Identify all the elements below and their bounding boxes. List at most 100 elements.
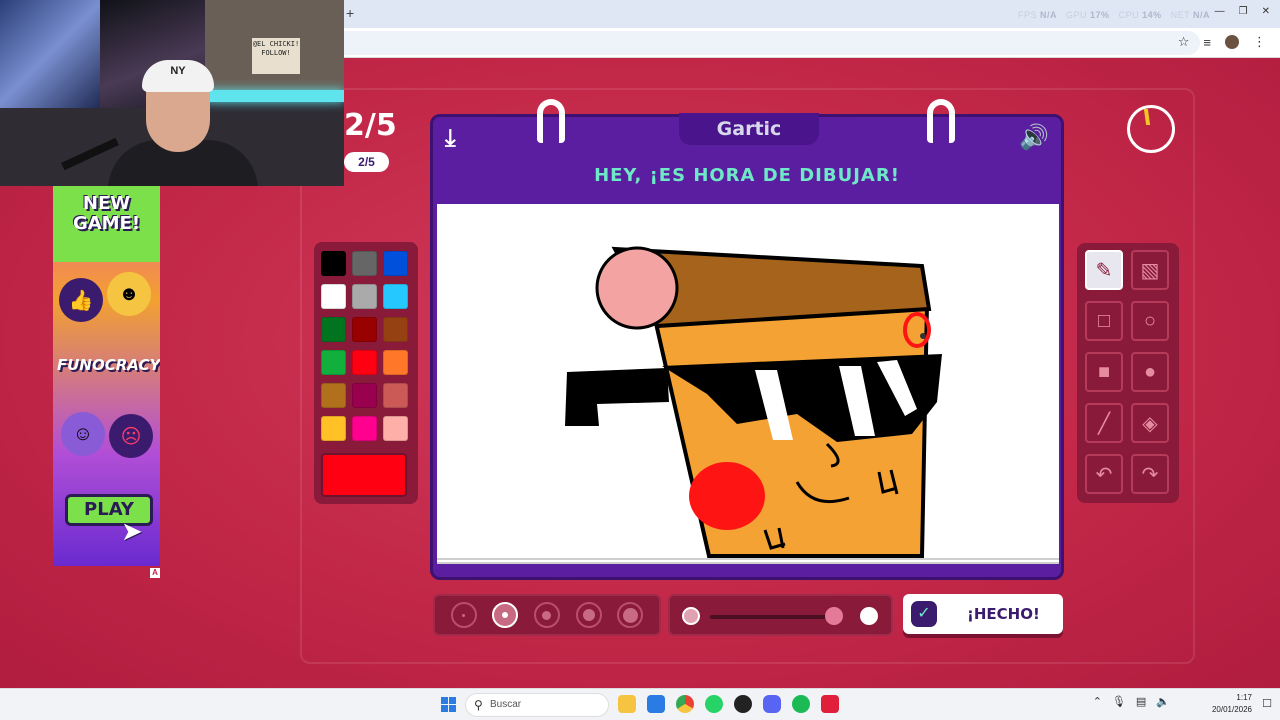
tool-rectangle[interactable]: □: [1085, 301, 1123, 341]
timer-icon: [1127, 105, 1175, 153]
metric-fps-label: FPS: [1017, 10, 1037, 20]
color-swatch[interactable]: [321, 350, 346, 375]
color-swatch[interactable]: [321, 284, 346, 309]
brush-size-option[interactable]: [533, 602, 560, 628]
brush-size-option[interactable]: [617, 602, 644, 628]
app-red-icon[interactable]: [821, 695, 839, 713]
poster-left: [0, 0, 100, 108]
color-swatch[interactable]: [352, 251, 377, 276]
whatsapp-icon[interactable]: [705, 695, 723, 713]
color-palette: [314, 242, 418, 504]
redo-icon: ↷: [1141, 463, 1159, 486]
color-swatch[interactable]: [321, 416, 346, 441]
color-swatch[interactable]: [352, 317, 377, 342]
reading-list-icon[interactable]: ≡: [1203, 35, 1211, 50]
binder-ring-left: [537, 99, 565, 143]
pizza-drawing: [565, 246, 942, 558]
download-icon[interactable]: ⤓: [445, 125, 456, 153]
square-filled-icon: ■: [1097, 360, 1111, 383]
color-swatch[interactable]: [352, 383, 377, 408]
spotify-icon[interactable]: [792, 695, 810, 713]
speaker-icon[interactable]: 🔊: [1019, 123, 1049, 152]
minimize-icon[interactable]: —: [1215, 6, 1225, 17]
windows-start-icon[interactable]: [441, 697, 456, 712]
drawing-canvas[interactable]: [437, 204, 1059, 564]
color-swatch[interactable]: [352, 284, 377, 309]
cursor-icon: ➤: [121, 516, 143, 546]
new-tab-button[interactable]: +: [346, 5, 354, 21]
network-icon[interactable]: ▤: [1136, 695, 1146, 708]
color-swatch[interactable]: [352, 416, 377, 441]
circle-filled-icon: ●: [1143, 360, 1157, 383]
done-label: ¡HECHO!: [967, 605, 1040, 623]
square-outline-icon: □: [1097, 309, 1111, 332]
check-icon: ✓: [911, 601, 937, 627]
restore-icon[interactable]: ❐: [1239, 6, 1248, 17]
microphone-arm: [61, 137, 119, 171]
ad-banner[interactable]: NEW GAME! 👍 ☻ FUNOCRACY ☺ ☹ PLAY ➤: [53, 186, 160, 566]
menu-icon[interactable]: ⋮: [1253, 34, 1266, 50]
tool-line[interactable]: ╱: [1085, 403, 1123, 443]
store-icon[interactable]: [647, 695, 665, 713]
color-swatch[interactable]: [352, 350, 377, 375]
color-swatch[interactable]: [321, 251, 346, 276]
obs-icon[interactable]: [734, 695, 752, 713]
opacity-high-icon: [860, 607, 878, 625]
taskbar-clock[interactable]: 1:17 20/01/2026: [1212, 692, 1252, 716]
color-swatch[interactable]: [383, 317, 408, 342]
chevron-up-icon[interactable]: ⌃: [1093, 695, 1102, 708]
brush-size-option[interactable]: [450, 602, 477, 628]
opacity-slider[interactable]: [668, 594, 893, 636]
circle-outline-icon: ○: [1143, 309, 1157, 332]
webcam-overlay: @EL CHICKI! FOLLOW! NY: [0, 0, 344, 186]
binder-ring-right: [927, 99, 955, 143]
wall-note: @EL CHICKI! FOLLOW!: [252, 38, 300, 74]
brush-size-option[interactable]: [575, 602, 602, 628]
round-counter: 2/5: [344, 108, 397, 143]
metric-fps-value: N/A: [1040, 10, 1057, 20]
tool-fill[interactable]: ◈: [1131, 403, 1169, 443]
color-swatch[interactable]: [383, 251, 408, 276]
profile-avatar[interactable]: [1225, 35, 1239, 49]
close-icon[interactable]: ✕: [1262, 6, 1270, 17]
file-explorer-icon[interactable]: [618, 695, 636, 713]
tool-filled-ellipse[interactable]: ●: [1131, 352, 1169, 392]
star-icon[interactable]: ☆: [1178, 34, 1190, 50]
tool-eraser[interactable]: ▧: [1131, 250, 1169, 290]
opacity-knob[interactable]: [824, 607, 843, 625]
ad-badge[interactable]: A: [150, 568, 160, 578]
color-swatch[interactable]: [321, 317, 346, 342]
color-swatch[interactable]: [321, 383, 346, 408]
tool-ellipse[interactable]: ○: [1131, 301, 1169, 341]
brush-size-dot: [462, 613, 466, 617]
discord-icon[interactable]: [763, 695, 781, 713]
tool-pencil[interactable]: ✎: [1085, 250, 1123, 290]
metric-cpu-value: 14%: [1142, 10, 1162, 20]
color-swatch[interactable]: [383, 383, 408, 408]
character-face-icon: ☻: [107, 272, 151, 316]
angry-face-icon: ☹: [109, 414, 153, 458]
color-swatch[interactable]: [383, 416, 408, 441]
brush-size-dot: [622, 607, 638, 623]
color-swatch[interactable]: [383, 350, 408, 375]
chrome-icon[interactable]: [676, 695, 694, 713]
done-button[interactable]: ✓ ¡HECHO!: [903, 594, 1063, 634]
tool-undo[interactable]: ↶: [1085, 454, 1123, 494]
brush-size-option[interactable]: [492, 602, 519, 628]
tool-filled-rectangle[interactable]: ■: [1085, 352, 1123, 392]
toolbar-icons: ☆ ≡ ⋮: [1178, 34, 1266, 50]
microphone-icon[interactable]: 🎙: [1112, 695, 1126, 708]
windows-taskbar: ⚲ Buscar ⌃ 🎙 ▤ 🔈 1:17 20/01/2026 ☐: [0, 688, 1280, 720]
tool-redo[interactable]: ↷: [1131, 454, 1169, 494]
opacity-track[interactable]: [710, 615, 840, 619]
bearded-character-icon: ☺: [61, 412, 105, 456]
taskbar-search[interactable]: ⚲ Buscar: [465, 693, 609, 717]
pencil-icon: ✎: [1095, 259, 1113, 282]
volume-icon[interactable]: 🔈: [1156, 695, 1170, 708]
ad-headline: NEW GAME!: [72, 193, 141, 234]
color-swatch[interactable]: [383, 284, 408, 309]
draw-prompt: HEY, ¡ES HORA DE DIBUJAR!: [594, 165, 900, 186]
notification-icon[interactable]: ☐: [1262, 697, 1272, 710]
opacity-low-icon: [682, 607, 700, 625]
gartic-logo: Gartic: [679, 113, 819, 145]
